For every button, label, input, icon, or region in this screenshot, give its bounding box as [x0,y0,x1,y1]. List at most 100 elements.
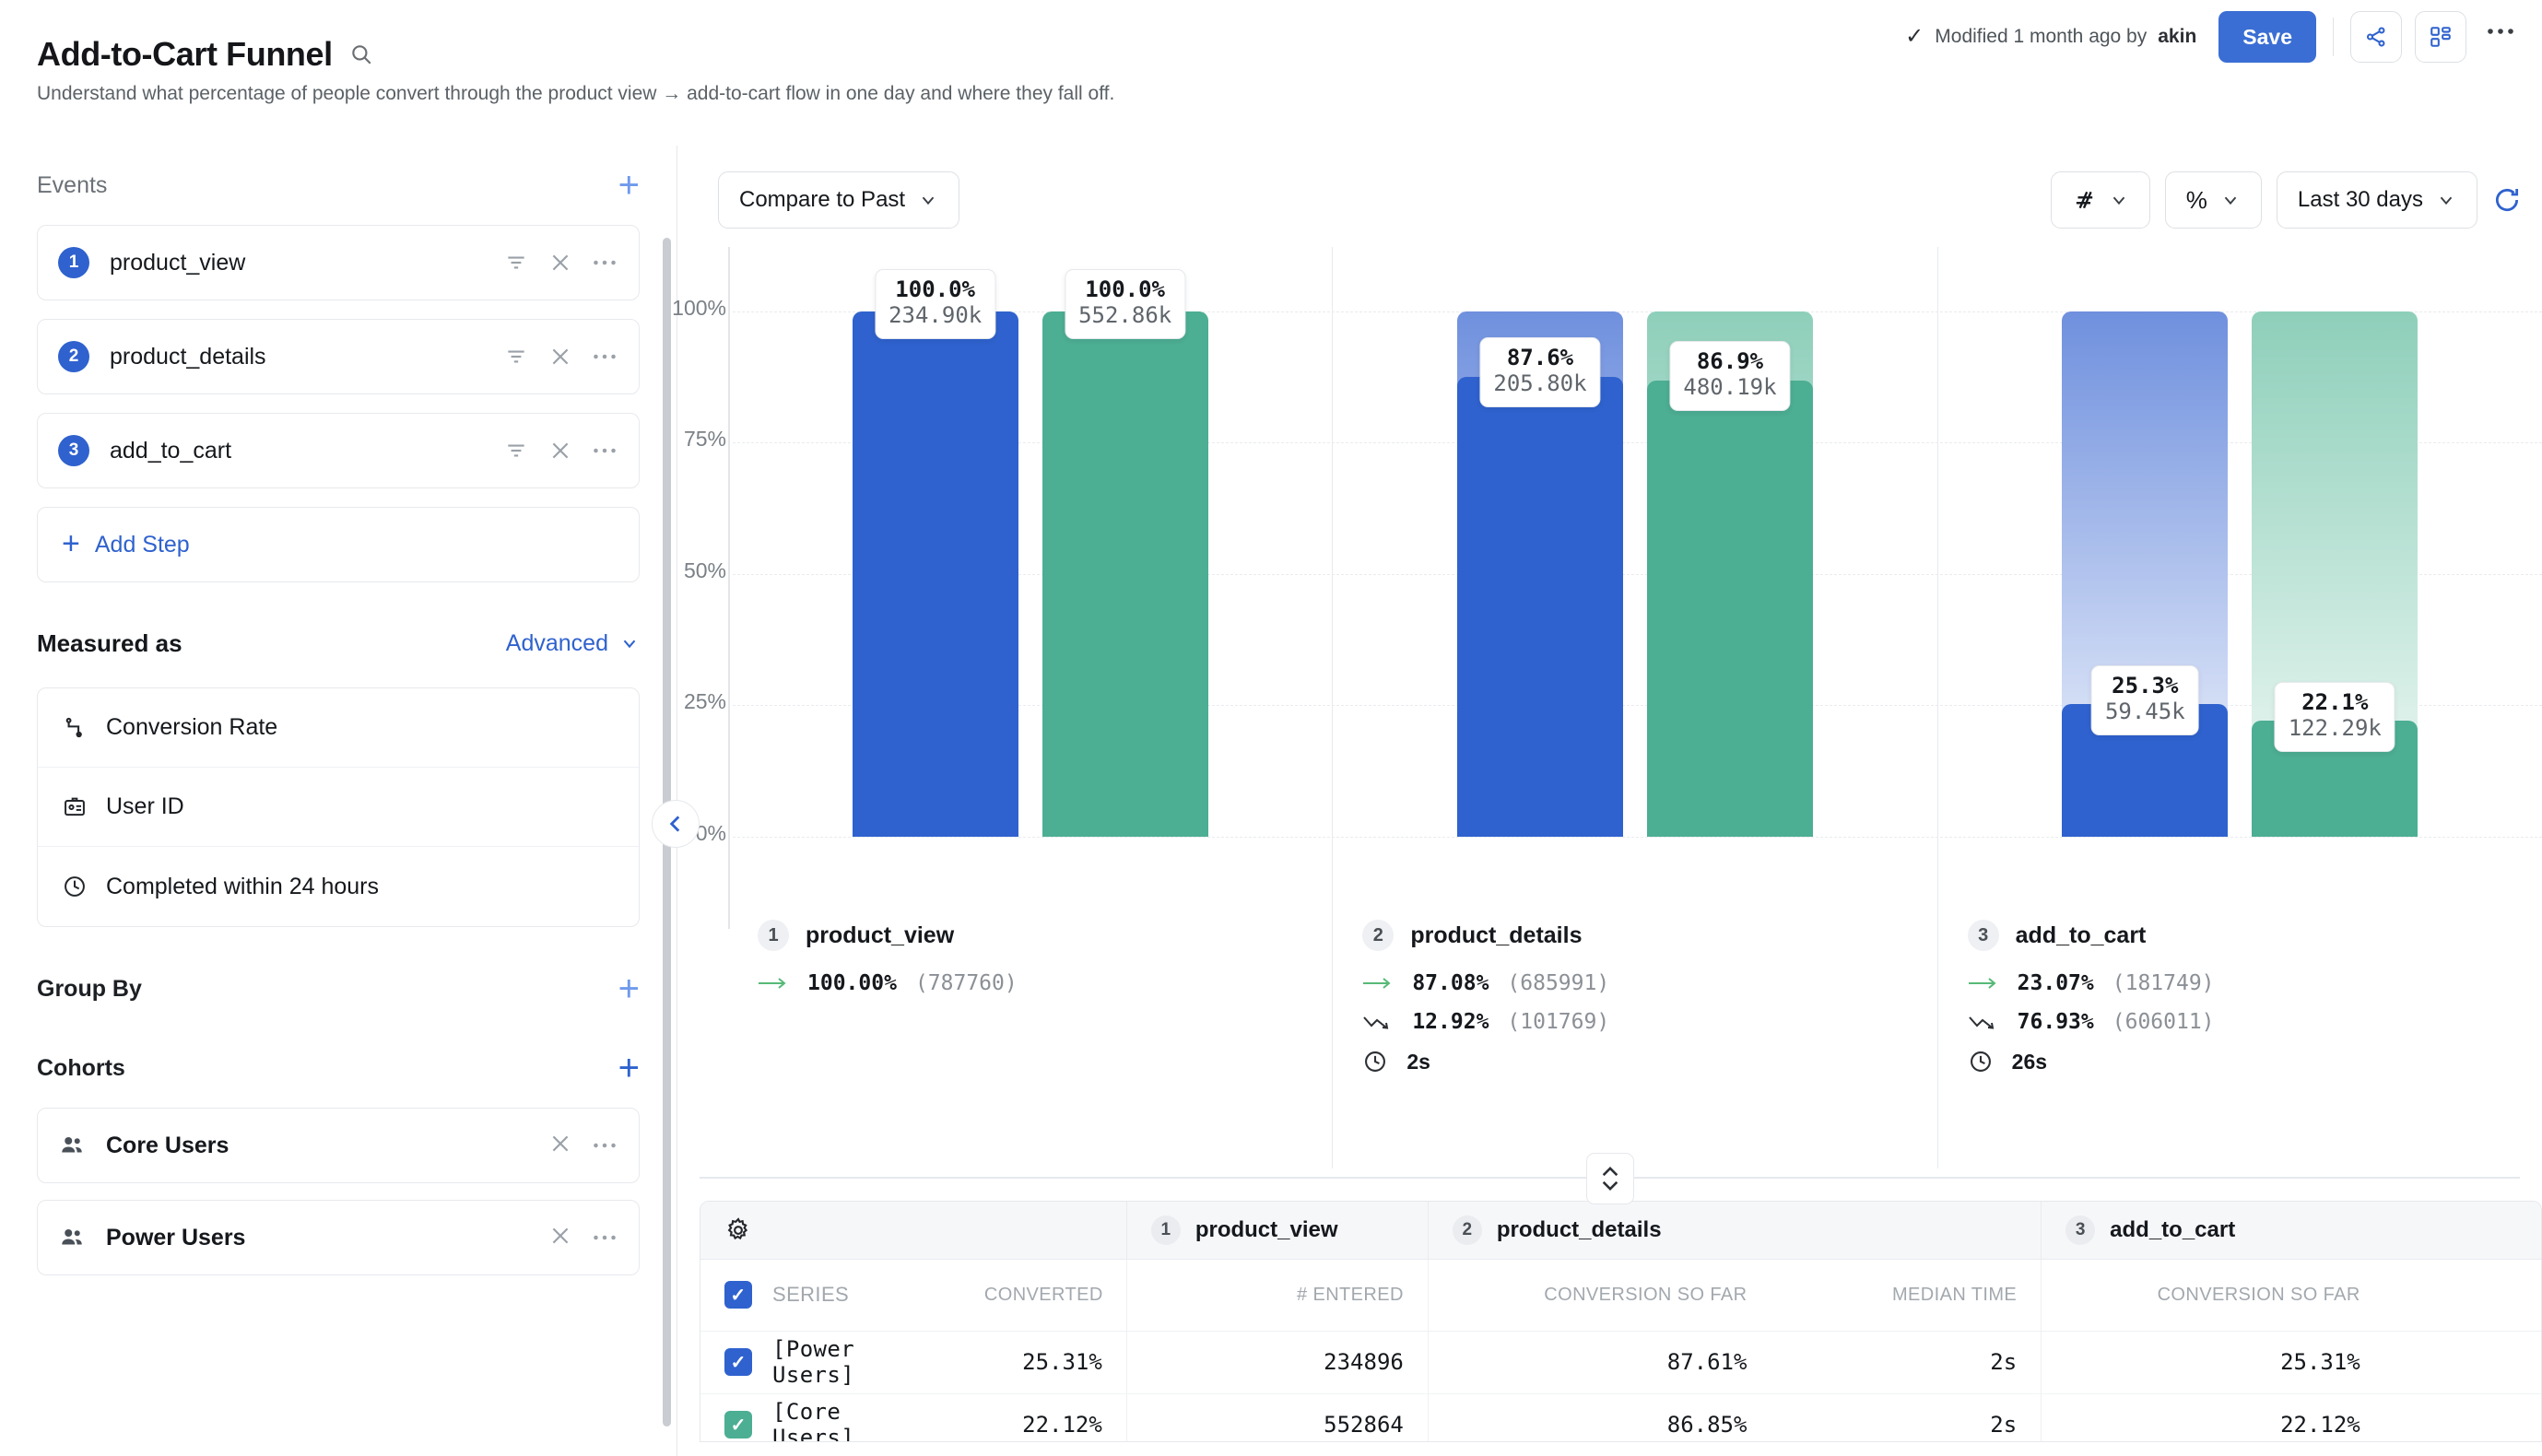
tooltip-percent: 100.0% [895,276,975,302]
table-group-product-view: 1 product_view [1125,1202,1429,1260]
event-item-product-details[interactable]: 2 product_details [37,319,640,394]
bar-core-users[interactable] [1042,311,1208,837]
arrow-right-icon [1968,978,1996,989]
advanced-dropdown[interactable]: Advanced [506,630,640,657]
step-name: product_view [806,922,955,948]
table-row[interactable]: ✓ [Power Users] 25.31% 234896 87.61% 2s … [700,1331,2541,1394]
chevron-left-icon [669,816,680,832]
add-cohort-button[interactable]: + [618,1050,640,1086]
dashboard-button[interactable] [2415,11,2466,63]
measure-label: User ID [106,793,184,819]
group-by-label: Group By [37,975,142,1002]
tooltip-percent: 22.1% [2301,688,2369,715]
bar-core-users[interactable] [1646,381,1813,837]
header-entered[interactable]: # ENTERED [1125,1259,1429,1332]
select-all-checkbox[interactable]: ✓ [724,1281,752,1309]
units-label: % [2185,185,2207,214]
step-converted: 100.00% (787760) [758,971,1332,995]
arrow-drop-icon [1968,1016,1994,1029]
cohort-item-core-users[interactable]: Core Users [37,1108,640,1183]
bar-power-users[interactable] [852,311,1018,837]
median-time: 2s [1406,1049,1430,1074]
sidebar: Events + 1 product_view 2 product_detail… [0,146,677,1456]
event-item-add-to-cart[interactable]: 3 add_to_cart [37,413,640,488]
filter-icon[interactable] [504,345,528,369]
bar-group-core-users: 86.9% 480.19k [1646,247,1813,910]
row-checkbox[interactable]: ✓ [724,1348,752,1376]
close-icon[interactable] [548,1224,572,1252]
cell-median-time-1: 2s [1771,1331,2042,1394]
step-2-bars: 87.6% 205.80k 86.9% 480.19k [1333,247,1936,910]
close-icon[interactable] [548,439,572,463]
measure-completed-within[interactable]: Completed within 24 hours [38,847,639,926]
header-median-time-1[interactable]: MEDIAN TIME [1771,1259,2042,1332]
compare-label: Compare to Past [739,187,906,212]
event-name: product_view [110,249,246,276]
compare-to-past-dropdown[interactable]: Compare to Past [718,171,960,229]
measure-user-id[interactable]: User ID [38,768,639,847]
tooltip-count: 122.29k [2288,715,2382,742]
refresh-button[interactable] [2492,185,2522,215]
table-group-header-row: 1 product_view 2 product_details 3 add_t… [700,1202,2541,1260]
close-icon[interactable] [548,251,572,275]
measure-conversion-rate[interactable]: Conversion Rate [38,688,639,768]
resize-panel-button[interactable] [1585,1153,1634,1204]
add-group-by-button[interactable]: + [618,970,640,1007]
date-range-dropdown[interactable]: Last 30 days [2276,171,2477,229]
close-icon[interactable] [548,1132,572,1160]
add-event-button[interactable]: + [618,167,640,204]
save-button[interactable]: Save [2218,11,2316,63]
more-options-button[interactable] [2479,16,2522,58]
bar-group-power-users: 87.6% 205.80k [1456,247,1623,910]
cell-conversion-so-far-2: 22.12% [2041,1393,2384,1441]
header-conversion-so-far-1[interactable]: CONVERSION SO FAR [1427,1259,1771,1332]
step-converted: 23.07% (181749) [1968,971,2542,995]
units-dropdown[interactable]: % [2164,171,2262,229]
series-name: [Power Users] [772,1336,855,1388]
bar-power-users[interactable] [1456,377,1623,837]
cohort-name: Power Users [106,1224,246,1251]
arrow-right-icon [1363,978,1391,989]
series-name: [Core Users] [772,1399,855,1442]
group-name: product_details [1496,1216,1662,1242]
arrow-drop-icon [1363,1016,1389,1029]
chart-type-dropdown[interactable] [2050,171,2150,229]
title-row: Add-to-Cart Funnel [37,35,373,74]
page-title: Add-to-Cart Funnel [37,35,333,73]
search-icon[interactable] [349,42,373,66]
measure-options: Conversion Rate User ID Completed within… [37,687,640,927]
close-icon[interactable] [548,345,572,369]
add-step-button[interactable]: + Add Step [37,507,640,582]
ellipsis-icon[interactable] [593,259,617,266]
step-median-time: 26s [1968,1049,2542,1074]
share-button[interactable] [2350,11,2402,63]
conversion-rate-icon [65,717,82,737]
step-number: 2 [1362,920,1395,951]
main-panel: Compare to Past % Last 30 days 100% 75% … [672,146,2542,1456]
measured-as-header: Measured as Advanced [37,599,640,687]
chevron-down-icon [2224,196,2237,205]
event-item-product-view[interactable]: 1 product_view [37,225,640,300]
cell-entered: 234896 [1125,1331,1429,1394]
tooltip-count: 59.45k [2104,699,2185,725]
filter-icon[interactable] [504,251,528,275]
ellipsis-icon[interactable] [593,353,617,360]
cohort-item-power-users[interactable]: Power Users [37,1200,640,1275]
header-converted[interactable]: CONVERTED [959,1259,1127,1332]
table-row[interactable]: ✓ [Core Users] 22.12% 552864 86.85% 2s 2… [700,1393,2541,1442]
ellipsis-icon[interactable] [593,1229,617,1246]
step-badge: 1 [58,247,89,278]
ellipsis-icon[interactable] [593,1137,617,1154]
gear-icon[interactable] [724,1216,1102,1244]
cohort-actions [548,1224,617,1252]
collapse-sidebar-button[interactable] [652,800,700,848]
row-checkbox[interactable]: ✓ [724,1411,752,1439]
header-conversion-so-far-2[interactable]: CONVERSION SO FAR [2041,1259,2384,1332]
funnel-step-1: 100.0% 234.90k 100.0% 552.86k 1 product_… [728,247,1332,1168]
chevron-down-icon [922,196,935,205]
filter-icon[interactable] [504,439,528,463]
tooltip-count: 480.19k [1683,374,1777,401]
header-clipped-column[interactable]: CONV [2383,1259,2541,1332]
group-number: 3 [2065,1215,2096,1245]
step-3-bars: 25.3% 59.45k 22.1% 122.29k [1938,247,2542,910]
